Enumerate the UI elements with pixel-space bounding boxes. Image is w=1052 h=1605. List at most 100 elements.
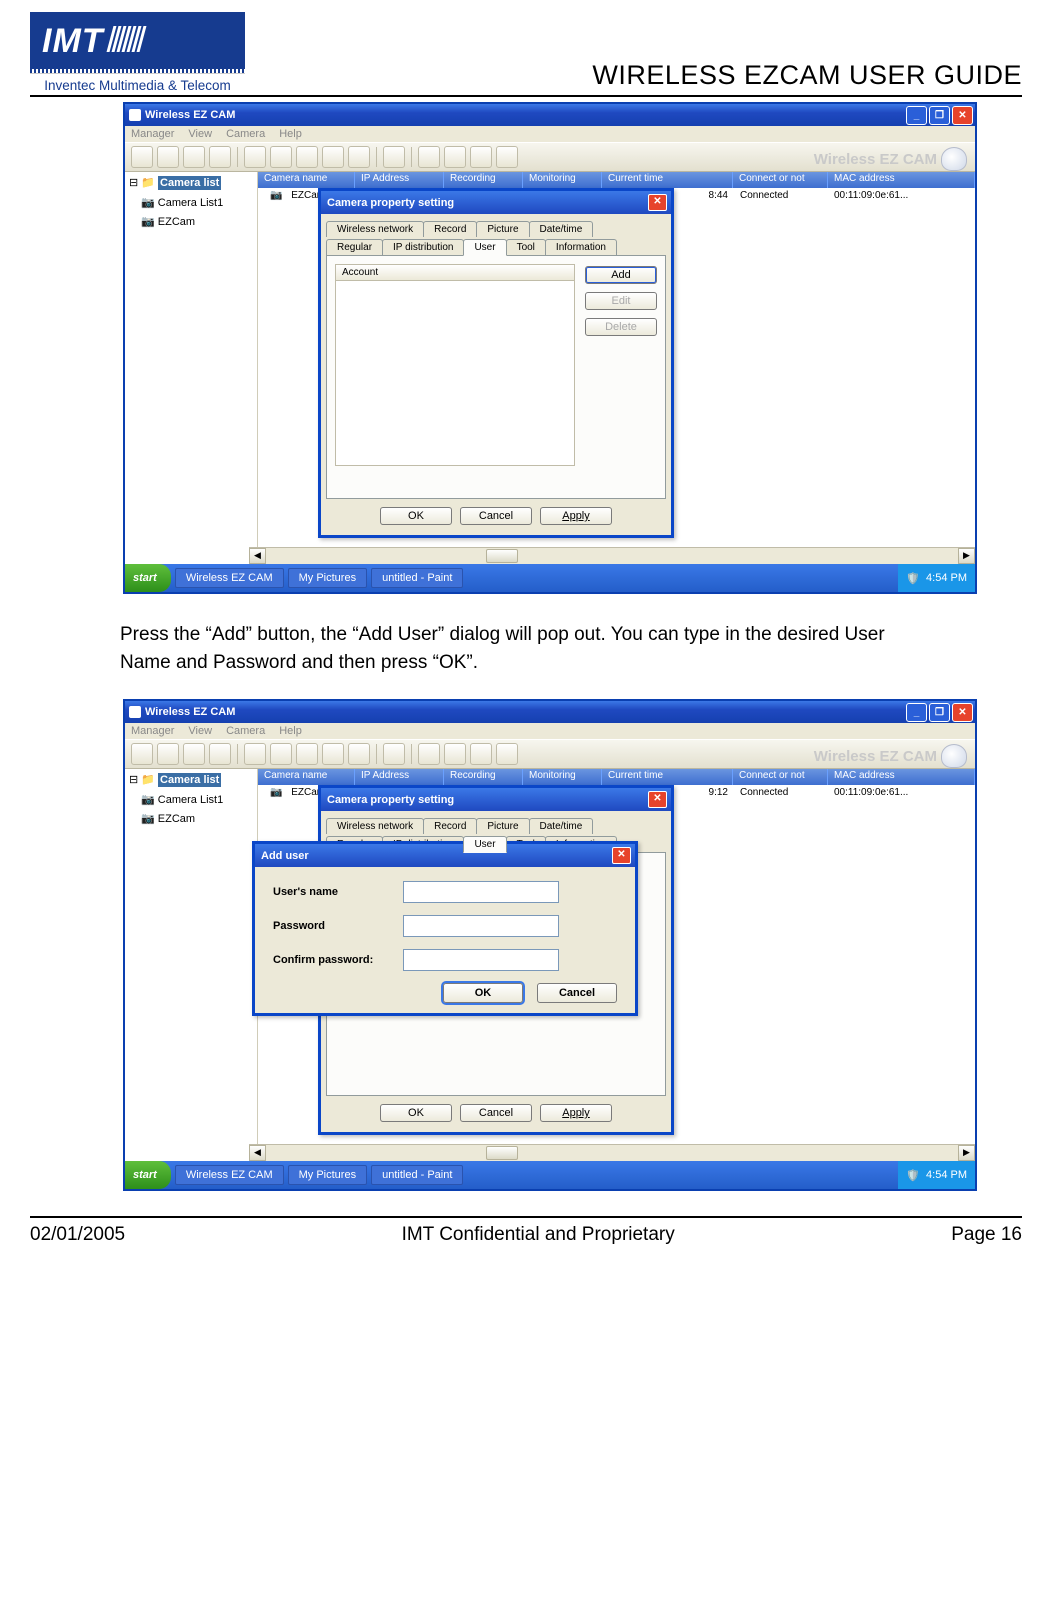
confirm-password-input[interactable] [403, 949, 559, 971]
menu-help[interactable]: Help [279, 128, 302, 140]
cancel-button[interactable]: Cancel [537, 983, 617, 1003]
taskbar-item[interactable]: My Pictures [288, 1165, 367, 1185]
tab-wireless-network[interactable]: Wireless network [326, 221, 424, 237]
menu-view[interactable]: View [188, 128, 212, 140]
toolbar-icon[interactable] [131, 743, 153, 765]
tray-icon[interactable]: 🛡️ [906, 1169, 920, 1182]
tray-icon[interactable]: 🛡️ [906, 572, 920, 585]
minimize-button[interactable]: _ [906, 106, 927, 125]
toolbar-icon[interactable] [383, 146, 405, 168]
toolbar-icon[interactable] [444, 743, 466, 765]
clock: 4:54 PM [926, 1169, 967, 1181]
dialog-title: Camera property setting [327, 197, 454, 209]
ok-button[interactable]: OK [380, 1104, 452, 1122]
maximize-button[interactable]: ❐ [929, 106, 950, 125]
dialog-close-button[interactable]: ✕ [612, 847, 631, 864]
toolbar-icon[interactable] [209, 146, 231, 168]
close-button[interactable]: ✕ [952, 106, 973, 125]
menu-view[interactable]: View [188, 725, 212, 737]
system-tray[interactable]: 🛡️ 4:54 PM [898, 1161, 975, 1189]
toolbar-icon[interactable] [470, 146, 492, 168]
menu-help[interactable]: Help [279, 725, 302, 737]
ok-button[interactable]: OK [443, 983, 523, 1003]
taskbar-item[interactable]: My Pictures [288, 568, 367, 588]
add-button[interactable]: Add [585, 266, 657, 284]
close-button[interactable]: ✕ [952, 703, 973, 722]
toolbar-icon[interactable] [183, 743, 205, 765]
toolbar-icon[interactable] [296, 743, 318, 765]
tab-picture[interactable]: Picture [476, 221, 529, 237]
apply-button[interactable]: Apply [540, 507, 612, 525]
toolbar-icon[interactable] [296, 146, 318, 168]
username-input[interactable] [403, 881, 559, 903]
toolbar-icon[interactable] [322, 146, 344, 168]
footer-date: 02/01/2005 [30, 1224, 125, 1246]
toolbar-icon[interactable] [244, 146, 266, 168]
confirm-password-label: Confirm password: [273, 954, 403, 966]
toolbar-icon[interactable] [322, 743, 344, 765]
tab-user[interactable]: User [463, 836, 506, 853]
camera-tree: ⊟ 📁 Camera list 📷 Camera List1 📷 EZCam [125, 172, 258, 564]
tab-record[interactable]: Record [423, 221, 477, 237]
toolbar-icon[interactable] [270, 743, 292, 765]
toolbar-icon[interactable] [383, 743, 405, 765]
toolbar-icon[interactable] [418, 146, 440, 168]
system-tray[interactable]: 🛡️ 4:54 PM [898, 564, 975, 592]
tab-tool[interactable]: Tool [506, 239, 546, 255]
taskbar-item[interactable]: Wireless EZ CAM [175, 568, 284, 588]
maximize-button[interactable]: ❐ [929, 703, 950, 722]
start-button[interactable]: start [125, 1161, 171, 1189]
tree-item[interactable]: 📷 EZCam [141, 215, 253, 228]
menu-manager[interactable]: Manager [131, 725, 174, 737]
toolbar-icon[interactable] [209, 743, 231, 765]
tab-date-time[interactable]: Date/time [529, 818, 594, 834]
toolbar-icon[interactable] [244, 743, 266, 765]
taskbar-item[interactable]: untitled - Paint [371, 1165, 463, 1185]
tab-date-time[interactable]: Date/time [529, 221, 594, 237]
apply-button[interactable]: Apply [540, 1104, 612, 1122]
minimize-button[interactable]: _ [906, 703, 927, 722]
start-button[interactable]: start [125, 564, 171, 592]
horizontal-scrollbar[interactable]: ◀▶ [249, 547, 975, 564]
cancel-button[interactable]: Cancel [460, 507, 532, 525]
tab-information[interactable]: Information [545, 239, 617, 255]
toolbar: Wireless EZ CAM [125, 142, 975, 172]
toolbar-icon[interactable] [270, 146, 292, 168]
toolbar-icon[interactable] [418, 743, 440, 765]
toolbar-icon[interactable] [496, 743, 518, 765]
tree-root[interactable]: Camera list [158, 773, 221, 787]
toolbar-icon[interactable] [157, 146, 179, 168]
password-input[interactable] [403, 915, 559, 937]
toolbar-icon[interactable] [496, 146, 518, 168]
toolbar-icon[interactable] [183, 146, 205, 168]
menu-camera[interactable]: Camera [226, 725, 265, 737]
toolbar: Wireless EZ CAM [125, 739, 975, 769]
tab-regular[interactable]: Regular [326, 239, 383, 255]
taskbar-item[interactable]: untitled - Paint [371, 568, 463, 588]
menu-camera[interactable]: Camera [226, 128, 265, 140]
tree-item[interactable]: 📷 EZCam [141, 812, 253, 825]
tree-root[interactable]: Camera list [158, 176, 221, 190]
taskbar-item[interactable]: Wireless EZ CAM [175, 1165, 284, 1185]
toolbar-icon[interactable] [131, 146, 153, 168]
menu-manager[interactable]: Manager [131, 128, 174, 140]
tab-record[interactable]: Record [423, 818, 477, 834]
horizontal-scrollbar[interactable]: ◀▶ [249, 1144, 975, 1161]
tab-picture[interactable]: Picture [476, 818, 529, 834]
ok-button[interactable]: OK [380, 507, 452, 525]
cancel-button[interactable]: Cancel [460, 1104, 532, 1122]
dialog-close-button[interactable]: ✕ [648, 194, 667, 211]
toolbar-icon[interactable] [470, 743, 492, 765]
delete-button[interactable]: Delete [585, 318, 657, 336]
toolbar-icon[interactable] [157, 743, 179, 765]
edit-button[interactable]: Edit [585, 292, 657, 310]
tab-user[interactable]: User [463, 239, 506, 256]
toolbar-icon[interactable] [444, 146, 466, 168]
tree-item[interactable]: 📷 Camera List1 [141, 793, 253, 806]
toolbar-icon[interactable] [348, 743, 370, 765]
tab-ip-distribution[interactable]: IP distribution [382, 239, 464, 255]
tree-item[interactable]: 📷 Camera List1 [141, 196, 253, 209]
dialog-close-button[interactable]: ✕ [648, 791, 667, 808]
tab-wireless-network[interactable]: Wireless network [326, 818, 424, 834]
toolbar-icon[interactable] [348, 146, 370, 168]
